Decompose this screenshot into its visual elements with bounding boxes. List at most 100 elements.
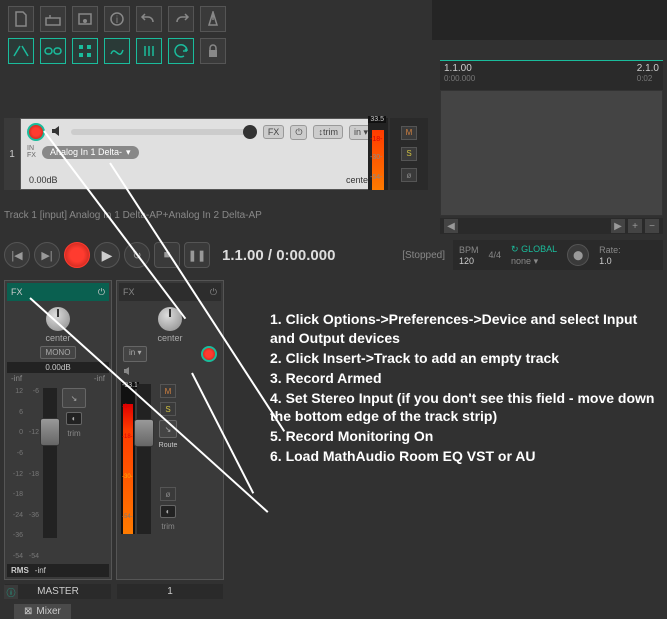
trim-label: trim	[67, 429, 80, 438]
timeline-ruler[interactable]: 1.1.00 0:00.000 2.1.0 0:02	[440, 60, 663, 90]
grid-icon[interactable]	[72, 38, 98, 64]
ch1-meter: -33.1 -6- -18- -30- -54-	[121, 384, 135, 534]
trim-knob[interactable]: ◐	[66, 412, 83, 425]
dark-panel	[432, 0, 667, 40]
knob-icon[interactable]: ⬤	[567, 244, 589, 266]
bpm-panel: BPM 120 4/4 ↻ GLOBAL none ▾ ⬤ Rate: 1.0	[453, 240, 663, 270]
fx-button[interactable]: FX	[263, 125, 285, 139]
ch1-input-dropdown[interactable]: in ▾	[123, 346, 147, 362]
time-marker-bar2: 2.1.0	[637, 63, 659, 74]
time-signature[interactable]: 4/4	[489, 250, 502, 260]
link-icon[interactable]	[40, 38, 66, 64]
master-db: 0.00dB	[7, 362, 109, 373]
master-fader[interactable]	[43, 388, 57, 538]
instructions-overlay: 1. Click Options->Preferences->Device an…	[270, 310, 660, 467]
time-marker-bar: 1.1.00	[444, 63, 475, 74]
mixer-area: FX ⏻ center MONO 0.00dB -inf -inf 126 0-…	[4, 280, 224, 580]
envelope-icon[interactable]	[104, 38, 130, 64]
output-icon[interactable]: ↘	[62, 388, 86, 408]
rate-label: Rate:	[599, 245, 621, 255]
master-scale2: -6-12 -18-36 -54	[25, 388, 41, 560]
bpm-label: BPM	[459, 245, 479, 255]
new-file-icon[interactable]	[8, 6, 34, 32]
in-label: IN	[27, 145, 36, 152]
master-fx-slot[interactable]: FX ⏻	[7, 283, 109, 301]
time-marker-time2: 0:02	[637, 74, 659, 83]
channel-1: FX ⏻ center in ▾ -33.1 -6- -18- -30- -54…	[116, 280, 224, 580]
record-arm-button[interactable]	[27, 123, 45, 141]
rms-value: -inf	[35, 566, 46, 575]
fx-power-icon[interactable]: ⏻	[210, 287, 217, 298]
instruction-6: 6. Load MathAudio Room EQ VST or AU	[270, 447, 660, 466]
mono-button[interactable]: MONO	[40, 346, 77, 359]
rate-value[interactable]: 1.0	[599, 256, 621, 266]
close-icon[interactable]: ⊠	[24, 606, 32, 617]
ch1-pan-label: center	[157, 333, 182, 343]
group-icon[interactable]	[136, 38, 162, 64]
goto-start-button[interactable]: |◀	[4, 242, 30, 268]
zoom-right-icon[interactable]: ▶	[611, 219, 625, 233]
fx-bypass-icon[interactable]: ⏻	[290, 125, 307, 140]
chevron-down-icon: ▾	[126, 147, 131, 158]
pause-button[interactable]: ❚❚	[184, 242, 210, 268]
fx-label: FX	[27, 152, 36, 159]
svg-text:i: i	[116, 15, 118, 26]
open-icon[interactable]	[40, 6, 66, 32]
info-small-icon[interactable]: ⓘ	[4, 585, 18, 599]
instruction-5: 5. Record Monitoring On	[270, 427, 660, 446]
zoom-out-icon[interactable]: −	[645, 219, 659, 233]
instruction-1: 1. Click Options->Preferences->Device an…	[270, 310, 660, 348]
master-peak-l: -inf	[11, 374, 22, 383]
track-number[interactable]: 1	[4, 118, 20, 190]
fx-power-icon[interactable]: ⏻	[98, 287, 105, 298]
lock-icon[interactable]	[200, 38, 226, 64]
speaker-icon[interactable]	[51, 125, 65, 140]
master-scale: 126 0-6 -12-18 -24-36 -54	[9, 388, 25, 560]
ch1-route-label: Route	[159, 442, 178, 449]
ripple-icon[interactable]	[168, 38, 194, 64]
master-peak-r: -inf	[94, 374, 105, 383]
ch1-solo[interactable]: S	[160, 402, 176, 416]
mute-button[interactable]: M	[401, 126, 417, 140]
ch1-mute[interactable]: M	[160, 384, 176, 398]
autocrossfade-icon[interactable]	[8, 38, 34, 64]
solo-button[interactable]: S	[401, 147, 417, 161]
status-line: Track 1 [input] Analog In 1 Delta-AP+Ana…	[4, 210, 262, 221]
track-meter: 33.5 -18- -30- -54-	[368, 118, 388, 190]
redo-icon[interactable]	[168, 6, 194, 32]
time-display[interactable]: 1.1.00 / 0:00.000	[222, 247, 335, 264]
record-button[interactable]	[64, 242, 90, 268]
zoom-bar: ◀ ▶ + −	[440, 218, 663, 234]
bpm-value[interactable]: 120	[459, 256, 479, 266]
zoom-in-icon[interactable]: +	[628, 219, 642, 233]
instruction-3: 3. Record Armed	[270, 369, 660, 388]
metronome-icon[interactable]	[200, 6, 226, 32]
ch1-record-arm[interactable]	[201, 346, 217, 362]
play-button[interactable]: ▶	[94, 242, 120, 268]
master-pan-knob[interactable]	[46, 307, 70, 331]
ch1-name[interactable]: 1	[117, 584, 223, 599]
rms-label: RMS	[11, 566, 29, 575]
automation-mode[interactable]: none ▾	[511, 256, 557, 267]
undo-icon[interactable]	[136, 6, 162, 32]
ch1-phase[interactable]: ø	[160, 487, 176, 501]
ch1-trim-knob[interactable]: ◐	[160, 505, 177, 518]
transport-state: [Stopped]	[402, 250, 445, 261]
time-marker-time: 0:00.000	[444, 74, 475, 83]
master-name[interactable]: MASTER	[5, 584, 111, 599]
trim-button[interactable]: ↕trim	[313, 125, 343, 139]
instruction-2: 2. Click Insert->Track to add an empty t…	[270, 349, 660, 368]
phase-button[interactable]: ø	[401, 168, 417, 182]
track-strip: FX ⏻ ↕trim in ▾ IN FX Analog In 1 Delta-…	[20, 118, 380, 190]
mixer-tab[interactable]: ⊠ Mixer	[14, 604, 71, 619]
save-icon[interactable]	[72, 6, 98, 32]
goto-end-button[interactable]: ▶|	[34, 242, 60, 268]
info-icon[interactable]: i	[104, 6, 130, 32]
ch1-speaker-icon[interactable]	[123, 366, 135, 379]
track-db: 0.00dB	[29, 175, 58, 185]
track-msr-panel: M S ø	[390, 118, 428, 190]
instruction-4: 4. Set Stereo Input (if you don't see th…	[270, 389, 660, 427]
arrange-area[interactable]	[440, 90, 663, 216]
volume-slider[interactable]	[71, 129, 257, 135]
zoom-left-icon[interactable]: ◀	[444, 219, 458, 233]
